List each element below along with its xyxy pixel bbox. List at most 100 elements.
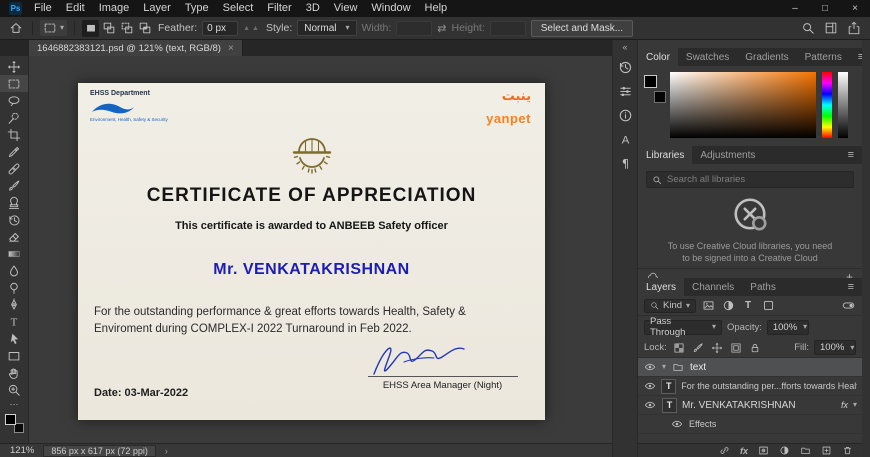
visibility-icon[interactable] (643, 380, 656, 392)
home-icon[interactable] (7, 19, 25, 37)
panel-menu-icon[interactable]: ≡ (840, 149, 862, 161)
tab-paths[interactable]: Paths (742, 278, 784, 296)
lock-image-pixels-icon[interactable] (691, 341, 705, 355)
clone-stamp-tool[interactable] (0, 194, 29, 211)
history-brush-tool[interactable] (0, 211, 29, 228)
delete-layer-icon[interactable] (842, 445, 853, 456)
new-layer-icon[interactable] (821, 445, 832, 456)
properties-panel-icon[interactable] (613, 79, 637, 103)
feather-input[interactable]: 0 px (202, 21, 238, 36)
paragraph-panel-icon[interactable]: ¶ (613, 151, 637, 175)
lock-all-icon[interactable] (748, 341, 762, 355)
zoom-level[interactable]: 121% (10, 445, 34, 456)
subtract-selection-button[interactable] (118, 20, 135, 37)
canvas[interactable]: EHSS Department Environment, Health, Saf… (29, 56, 612, 443)
layer-row-recipient-text[interactable]: T Mr. VENKATAKRISHNAN fx ▾ (638, 396, 862, 415)
zoom-tool[interactable] (0, 381, 29, 398)
document-tab[interactable]: 1646882383121.psd @ 121% (text, RGB/8) × (29, 40, 243, 56)
tab-color[interactable]: Color (638, 48, 678, 66)
history-panel-icon[interactable] (613, 55, 637, 79)
filter-type-layers-icon[interactable]: T (740, 298, 756, 314)
select-and-mask-button[interactable]: Select and Mask... (531, 20, 633, 37)
minimize-button[interactable]: – (780, 0, 810, 17)
new-adjustment-layer-icon[interactable] (779, 445, 790, 456)
gradient-tool[interactable] (0, 245, 29, 262)
tab-layers[interactable]: Layers (638, 278, 684, 296)
filter-adjustment-layers-icon[interactable] (720, 298, 736, 314)
expand-panels-icon[interactable]: « (622, 40, 627, 55)
expand-group-icon[interactable]: ▾ (662, 363, 666, 371)
link-layers-icon[interactable] (719, 445, 730, 456)
type-tool[interactable]: T (0, 313, 29, 330)
lock-artboard-icon[interactable] (729, 341, 743, 355)
tab-libraries[interactable]: Libraries (638, 146, 692, 164)
tab-close-icon[interactable]: × (228, 43, 234, 54)
caret-down-icon[interactable]: ▾ (853, 401, 857, 409)
hue-slider[interactable] (822, 72, 832, 138)
menu-type[interactable]: Type (178, 0, 216, 17)
menu-layer[interactable]: Layer (136, 0, 178, 17)
layer-row-body-text[interactable]: T For the outstanding per...fforts towar… (638, 377, 862, 396)
filter-pixel-layers-icon[interactable] (700, 298, 716, 314)
maximize-button[interactable]: □ (810, 0, 840, 17)
menu-image[interactable]: Image (92, 0, 137, 17)
menu-edit[interactable]: Edit (59, 0, 92, 17)
layer-effects-badge[interactable]: fx (841, 400, 848, 410)
menu-select[interactable]: Select (216, 0, 261, 17)
library-search-input[interactable]: Search all libraries (646, 171, 854, 188)
saturation-brightness-field[interactable] (670, 72, 816, 138)
rectangular-marquee-tool[interactable] (0, 75, 29, 92)
menu-help[interactable]: Help (418, 0, 455, 17)
new-selection-button[interactable] (82, 20, 99, 37)
background-color-swatch[interactable] (654, 91, 666, 103)
layer-filter-kind-select[interactable]: Kind ▾ (644, 299, 696, 313)
workspace-icon[interactable] (822, 19, 840, 37)
brightness-slider[interactable] (838, 72, 848, 138)
rectangle-tool[interactable] (0, 347, 29, 364)
height-input[interactable] (490, 21, 526, 36)
search-icon[interactable] (799, 19, 817, 37)
move-tool[interactable] (0, 58, 29, 75)
lock-transparent-pixels-icon[interactable] (672, 341, 686, 355)
character-panel-icon[interactable]: A (613, 127, 637, 151)
opacity-select[interactable]: 100% ▾ (767, 320, 809, 335)
menu-filter[interactable]: Filter (260, 0, 298, 17)
menu-window[interactable]: Window (364, 0, 417, 17)
foreground-color-swatch[interactable] (644, 75, 657, 88)
brush-tool[interactable] (0, 177, 29, 194)
eyedropper-tool[interactable] (0, 143, 29, 160)
tab-gradients[interactable]: Gradients (737, 48, 796, 66)
layer-style-icon[interactable]: fx (740, 446, 748, 456)
foreground-color-swatch[interactable] (5, 414, 16, 425)
tab-patterns[interactable]: Patterns (797, 48, 850, 66)
style-select[interactable]: Normal ▾ (297, 20, 356, 36)
path-selection-tool[interactable] (0, 330, 29, 347)
add-layer-mask-icon[interactable] (758, 445, 769, 456)
visibility-icon[interactable] (643, 399, 657, 411)
tab-adjustments[interactable]: Adjustments (692, 146, 763, 164)
menu-view[interactable]: View (327, 0, 365, 17)
tab-channels[interactable]: Channels (684, 278, 742, 296)
blur-tool[interactable] (0, 262, 29, 279)
panel-menu-icon[interactable]: ≡ (840, 281, 862, 293)
swap-dimensions-icon[interactable]: ⇄ (437, 22, 446, 35)
hand-tool[interactable] (0, 364, 29, 381)
document-info[interactable]: 856 px x 617 px (72 ppi) (43, 445, 156, 457)
filter-toggle-icon[interactable] (840, 298, 856, 314)
fill-select[interactable]: 100% ▾ (814, 340, 856, 355)
pen-tool[interactable] (0, 296, 29, 313)
panel-color-swatches[interactable] (644, 75, 668, 103)
crop-tool[interactable] (0, 126, 29, 143)
quick-selection-tool[interactable] (0, 109, 29, 126)
layer-row-text-group[interactable]: ▾ text (638, 358, 862, 377)
layer-row-effects[interactable]: Effects (638, 415, 862, 434)
spot-healing-tool[interactable] (0, 160, 29, 177)
edit-toolbar-icon[interactable]: ⋯ (10, 398, 19, 410)
lock-position-icon[interactable] (710, 341, 724, 355)
visibility-icon[interactable] (643, 361, 657, 373)
width-input[interactable] (396, 21, 432, 36)
share-icon[interactable] (845, 19, 863, 37)
menu-file[interactable]: File (27, 0, 59, 17)
blend-mode-select[interactable]: Pass Through ▾ (644, 320, 722, 335)
status-chevron-icon[interactable]: › (165, 446, 168, 456)
